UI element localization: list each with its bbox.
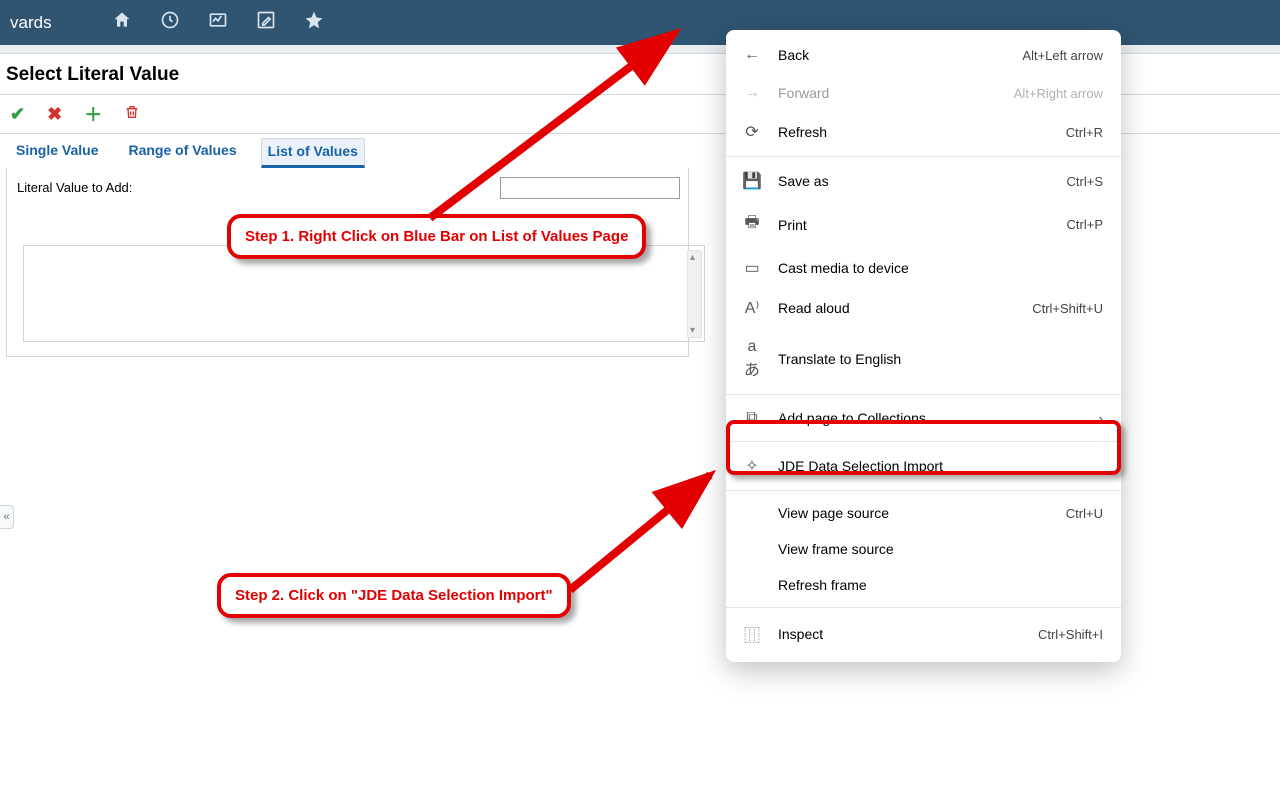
separator (726, 441, 1121, 442)
topbar-actions (112, 10, 324, 36)
values-list-area[interactable] (23, 245, 705, 342)
separator (726, 490, 1121, 491)
ctx-back[interactable]: ← Back Alt+Left arrow (726, 36, 1121, 74)
add-button[interactable]: ＋ (84, 101, 102, 127)
ctx-view-page-source[interactable]: View page source Ctrl+U (726, 495, 1121, 531)
tab-range-of-values[interactable]: Range of Values (122, 138, 242, 168)
read-aloud-icon: A⁾ (742, 298, 762, 318)
separator (726, 394, 1121, 395)
ctx-read-aloud[interactable]: A⁾ Read aloud Ctrl+Shift+U (726, 288, 1121, 328)
chart-icon[interactable] (208, 10, 228, 36)
translate-icon: aあ (742, 338, 762, 380)
ctx-save-as[interactable]: 💾 Save as Ctrl+S (726, 161, 1121, 201)
ok-button[interactable]: ✔ (10, 104, 25, 125)
save-icon: 💾 (742, 171, 762, 191)
app-title: vards (10, 13, 52, 33)
delete-button[interactable] (124, 103, 140, 126)
collapse-handle[interactable]: « (0, 505, 14, 529)
tab-single-value[interactable]: Single Value (10, 138, 104, 168)
forward-arrow-icon: → (742, 84, 762, 102)
chevron-right-icon: › (1099, 411, 1103, 426)
separator (726, 607, 1121, 608)
callout-step2: Step 2. Click on "JDE Data Selection Imp… (217, 573, 571, 618)
clock-icon[interactable] (160, 10, 180, 36)
ctx-translate[interactable]: aあ Translate to English (726, 328, 1121, 390)
ctx-inspect[interactable]: ⿲ Inspect Ctrl+Shift+I (726, 612, 1121, 656)
browser-context-menu: ← Back Alt+Left arrow → Forward Alt+Righ… (726, 30, 1121, 662)
ctx-cast[interactable]: ▭ Cast media to device (726, 248, 1121, 288)
separator (726, 156, 1121, 157)
edit-icon[interactable] (256, 10, 276, 36)
literal-value-label: Literal Value to Add: (17, 180, 132, 195)
collections-icon: ⧉ (742, 409, 762, 427)
star-icon[interactable] (304, 10, 324, 36)
tab-list-of-values[interactable]: List of Values (261, 138, 365, 168)
arrow-step2 (560, 460, 730, 600)
back-arrow-icon: ← (742, 46, 762, 64)
ctx-refresh-frame[interactable]: Refresh frame (726, 567, 1121, 603)
arrow-step1 (420, 18, 700, 228)
home-icon[interactable] (112, 10, 132, 36)
ctx-refresh[interactable]: ⟳ Refresh Ctrl+R (726, 112, 1121, 152)
scrollbar[interactable] (687, 250, 702, 338)
cancel-button[interactable]: ✖ (47, 104, 62, 125)
ctx-view-frame-source[interactable]: View frame source (726, 531, 1121, 567)
ctx-forward: → Forward Alt+Right arrow (726, 74, 1121, 112)
print-icon: 🖶 (742, 211, 762, 238)
ctx-print[interactable]: 🖶 Print Ctrl+P (726, 201, 1121, 248)
ctx-jde-import[interactable]: ✧ JDE Data Selection Import (726, 446, 1121, 486)
extension-icon: ✧ (742, 456, 762, 476)
ctx-add-collections[interactable]: ⧉ Add page to Collections › (726, 399, 1121, 437)
cast-icon: ▭ (742, 258, 762, 278)
refresh-icon: ⟳ (742, 122, 762, 142)
inspect-icon: ⿲ (742, 622, 762, 646)
